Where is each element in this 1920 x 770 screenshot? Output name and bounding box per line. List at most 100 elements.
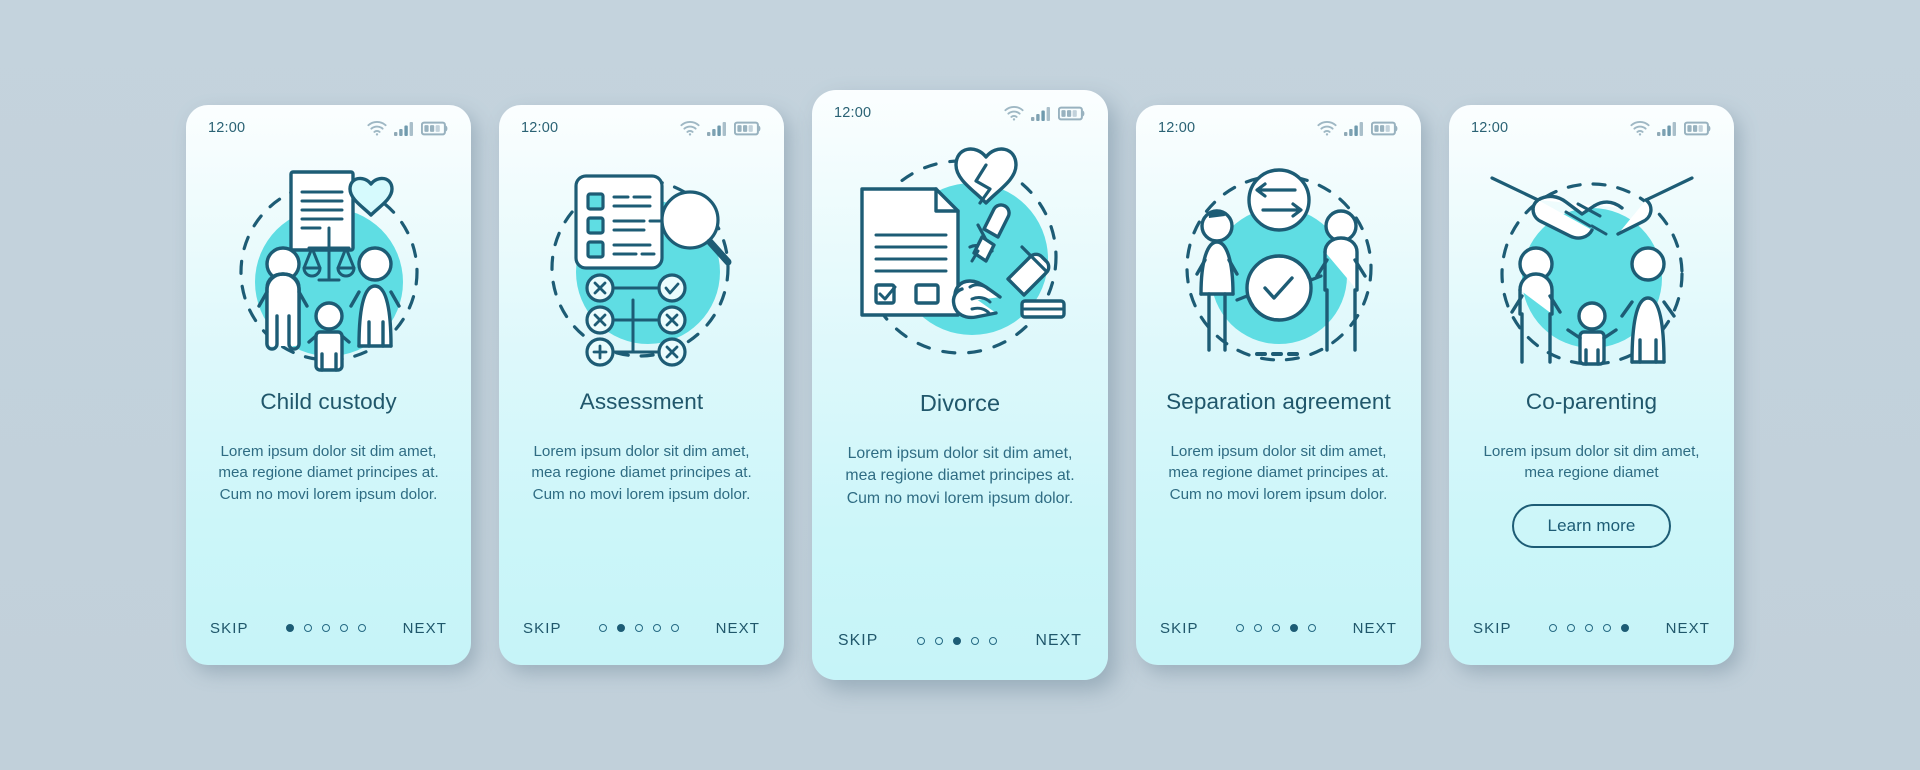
pagination-dot-4[interactable]	[1289, 624, 1298, 632]
skip-button[interactable]: SKIP	[523, 620, 562, 637]
pagination-dots	[916, 637, 997, 645]
wifi-icon	[1004, 105, 1024, 121]
battery-icon	[1371, 121, 1399, 136]
pagination-dot-2[interactable]	[303, 624, 312, 632]
battery-icon	[734, 121, 762, 136]
next-button[interactable]: NEXT	[716, 620, 760, 637]
pagination-dot-3[interactable]	[1584, 624, 1593, 632]
next-button[interactable]: NEXT	[1035, 632, 1082, 650]
status-bar-clock: 12:00	[1158, 120, 1196, 136]
skip-button[interactable]: SKIP	[1473, 620, 1512, 637]
cellular-signal-icon	[394, 121, 414, 136]
onboarding-card-separation-agreement: 12:00 Separation agreement Lorem ipsum d…	[1136, 105, 1421, 665]
pagination-dot-1[interactable]	[598, 624, 607, 632]
next-button[interactable]: NEXT	[403, 620, 447, 637]
battery-icon	[1058, 106, 1086, 121]
wifi-icon	[1317, 120, 1337, 136]
pagination-dot-2[interactable]	[934, 637, 943, 645]
onboarding-navigation: SKIP NEXT	[1449, 591, 1734, 665]
pagination-dot-1[interactable]	[916, 637, 925, 645]
card-body: Separation agreement Lorem ipsum dolor s…	[1136, 381, 1421, 591]
pagination-dot-1[interactable]	[1235, 624, 1244, 632]
card-body: Assessment Lorem ipsum dolor sit dim ame…	[499, 381, 784, 591]
status-bar-clock: 12:00	[521, 120, 559, 136]
pagination-dot-4[interactable]	[339, 624, 348, 632]
two-people-separating-arrows-illustration	[1136, 151, 1421, 381]
cellular-signal-icon	[1031, 106, 1051, 121]
pagination-dot-4[interactable]	[652, 624, 661, 632]
pagination-dots	[285, 624, 366, 632]
pagination-dot-1[interactable]	[1548, 624, 1557, 632]
card-title: Divorce	[919, 390, 1001, 416]
pagination-dot-2[interactable]	[1253, 624, 1262, 632]
onboarding-navigation: SKIP NEXT	[1136, 591, 1421, 665]
cellular-signal-icon	[1657, 121, 1677, 136]
status-bar-icons	[1630, 120, 1712, 136]
onboarding-navigation: SKIP NEXT	[499, 591, 784, 665]
card-title: Co-parenting	[1525, 389, 1658, 414]
pagination-dot-2[interactable]	[1566, 624, 1575, 632]
card-description: Lorem ipsum dolor sit dim amet, mea regi…	[845, 445, 1075, 507]
status-bar-clock: 12:00	[834, 105, 872, 121]
pagination-dot-3[interactable]	[634, 624, 643, 632]
status-bar-icons	[1317, 120, 1399, 136]
pagination-dot-5[interactable]	[1620, 624, 1629, 632]
pagination-dots	[598, 624, 679, 632]
cellular-signal-icon	[1344, 121, 1364, 136]
pagination-dot-3[interactable]	[952, 637, 961, 645]
cellular-signal-icon	[707, 121, 727, 136]
status-bar-icons	[367, 120, 449, 136]
pagination-dot-3[interactable]	[321, 624, 330, 632]
pagination-dot-2[interactable]	[616, 624, 625, 632]
checklist-magnifier-flowchart-illustration	[499, 151, 784, 381]
wifi-icon	[680, 120, 700, 136]
status-bar: 12:00	[812, 90, 1108, 136]
skip-button[interactable]: SKIP	[838, 632, 878, 650]
card-description: Lorem ipsum dolor sit dim amet, mea regi…	[218, 442, 439, 504]
card-title: Assessment	[579, 389, 704, 414]
card-description: Lorem ipsum dolor sit dim amet, mea regi…	[1168, 442, 1389, 504]
card-body: Child custody Lorem ipsum dolor sit dim …	[186, 381, 471, 591]
status-bar-icons	[1004, 105, 1086, 121]
status-bar: 12:00	[1449, 105, 1734, 151]
onboarding-navigation: SKIP NEXT	[812, 602, 1108, 680]
status-bar-clock: 12:00	[208, 120, 246, 136]
pagination-dot-3[interactable]	[1271, 624, 1280, 632]
battery-icon	[1684, 121, 1712, 136]
status-bar: 12:00	[1136, 105, 1421, 151]
card-title: Separation agreement	[1166, 389, 1391, 414]
learn-more-button[interactable]: Learn more	[1511, 504, 1672, 549]
pagination-dot-5[interactable]	[988, 637, 997, 645]
card-body: Co-parenting Lorem ipsum dolor sit dim a…	[1449, 381, 1734, 591]
card-body: Divorce Lorem ipsum dolor sit dim amet, …	[812, 382, 1108, 602]
pagination-dot-1[interactable]	[285, 624, 294, 632]
wifi-icon	[1630, 120, 1650, 136]
broken-heart-document-gavel-illustration	[812, 136, 1108, 382]
next-button[interactable]: NEXT	[1666, 620, 1710, 637]
pagination-dot-5[interactable]	[670, 624, 679, 632]
pagination-dots	[1548, 624, 1629, 632]
pagination-dot-4[interactable]	[1602, 624, 1611, 632]
card-description: Lorem ipsum dolor sit dim amet, mea regi…	[531, 442, 752, 504]
family-with-document-scales-heart-illustration	[186, 151, 471, 381]
pagination-dot-5[interactable]	[357, 624, 366, 632]
pagination-dots	[1235, 624, 1316, 632]
wifi-icon	[367, 120, 387, 136]
status-bar-icons	[680, 120, 762, 136]
status-bar: 12:00	[499, 105, 784, 151]
skip-button[interactable]: SKIP	[1160, 620, 1199, 637]
handshake-parents-child-illustration	[1449, 151, 1734, 381]
card-description: Lorem ipsum dolor sit dim amet, mea regi…	[1483, 442, 1700, 482]
onboarding-screens-stage: 12:00 Child custody Lorem ipsum dolor si…	[0, 0, 1920, 770]
onboarding-card-assessment: 12:00 Assessment Lorem ipsum dolor sit d…	[499, 105, 784, 665]
skip-button[interactable]: SKIP	[210, 620, 249, 637]
pagination-dot-5[interactable]	[1307, 624, 1316, 632]
pagination-dot-4[interactable]	[970, 637, 979, 645]
status-bar-clock: 12:00	[1471, 120, 1509, 136]
onboarding-card-child-custody: 12:00 Child custody Lorem ipsum dolor si…	[186, 105, 471, 665]
onboarding-card-co-parenting: 12:00 Co-parenting Lorem ipsum dolor sit…	[1449, 105, 1734, 665]
onboarding-navigation: SKIP NEXT	[186, 591, 471, 665]
next-button[interactable]: NEXT	[1353, 620, 1397, 637]
battery-icon	[421, 121, 449, 136]
status-bar: 12:00	[186, 105, 471, 151]
